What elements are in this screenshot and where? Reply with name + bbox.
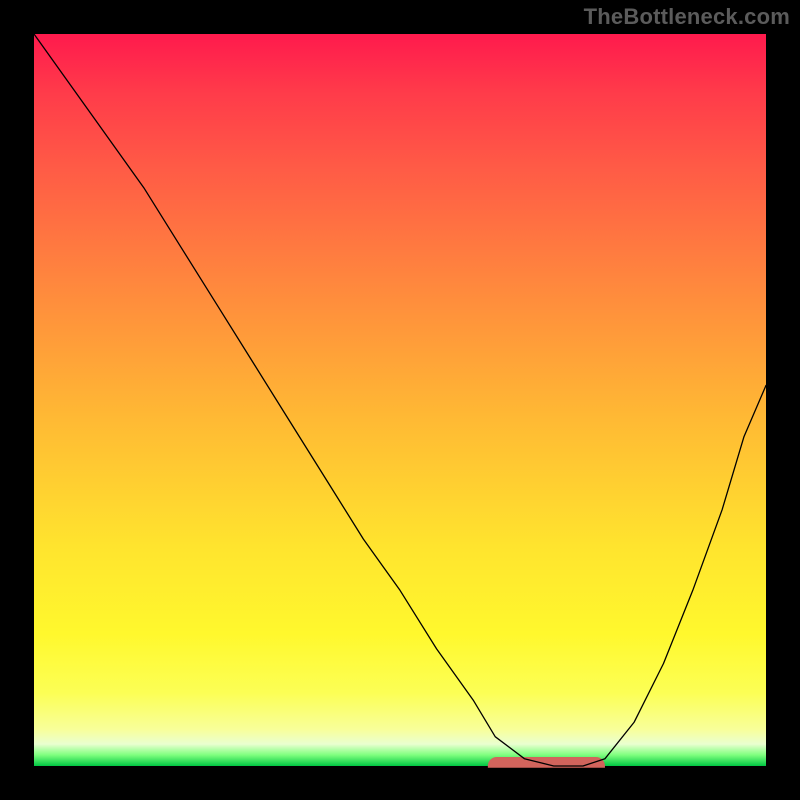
plot-area — [34, 34, 766, 766]
optimal-range-marker — [488, 757, 605, 768]
plot-svg — [34, 34, 766, 766]
bottleneck-curve — [34, 34, 766, 766]
chart-frame: TheBottleneck.com — [0, 0, 800, 800]
attribution-label: TheBottleneck.com — [584, 4, 790, 30]
